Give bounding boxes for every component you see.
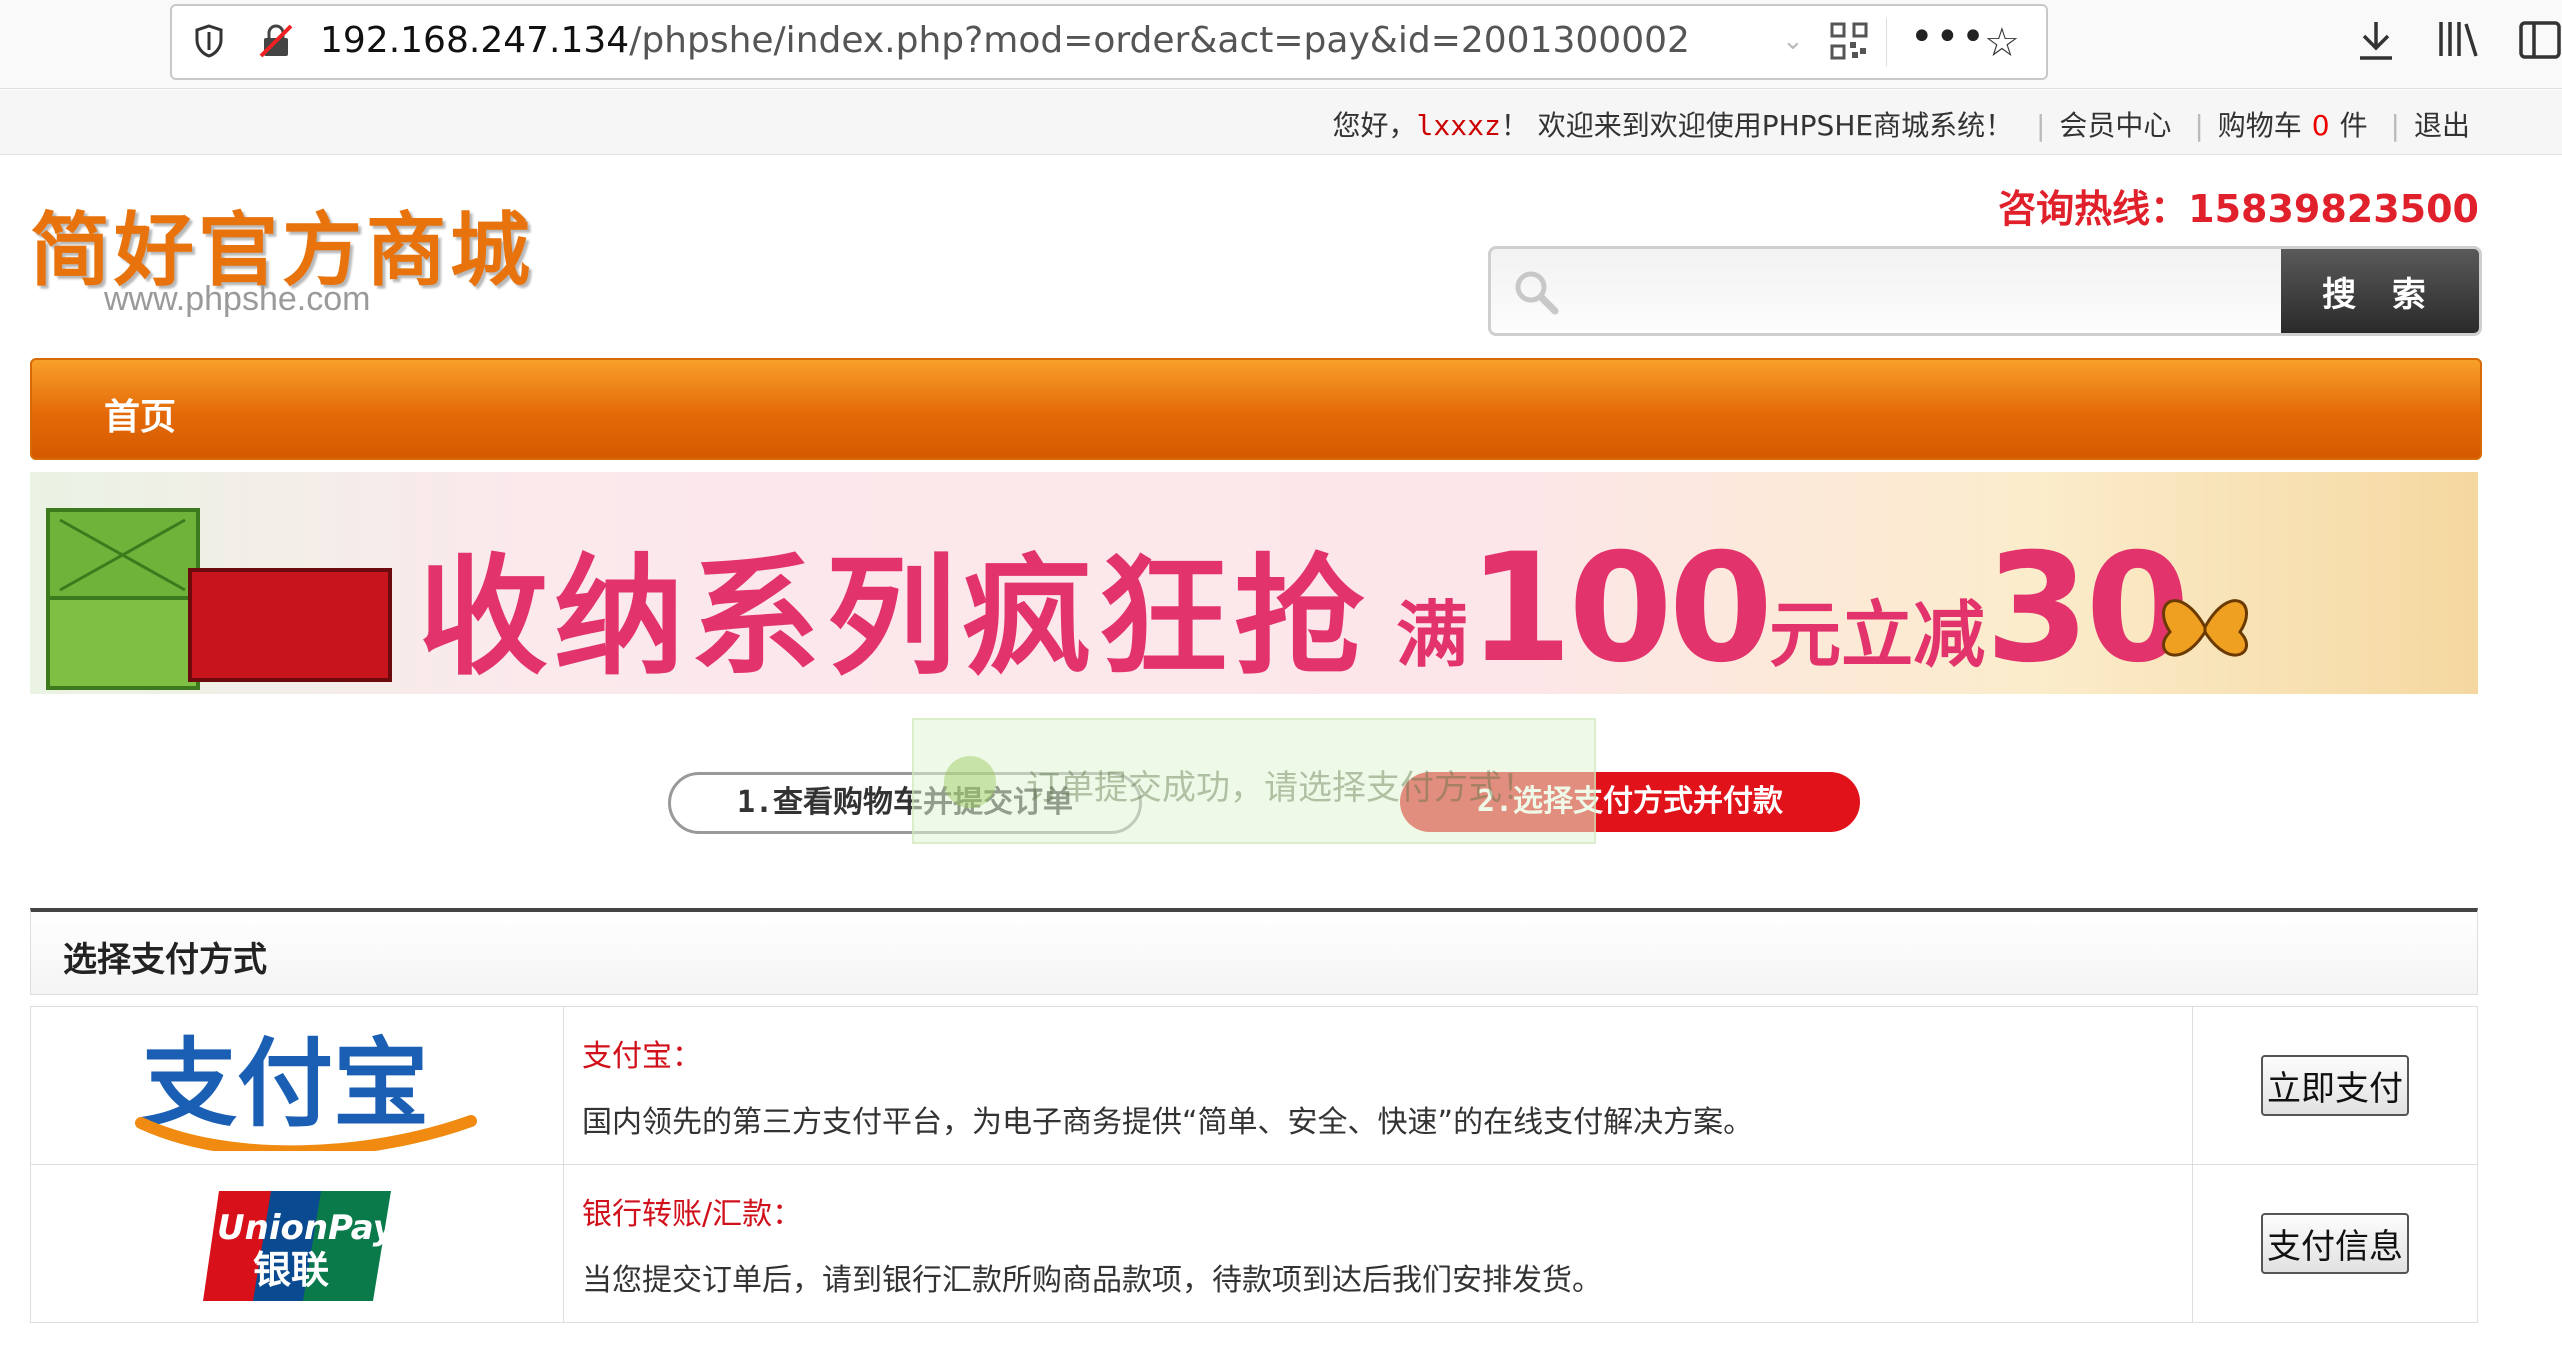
svg-text:银联: 银联 <box>253 1248 329 1292</box>
main-nav: 首页 <box>30 358 2482 460</box>
search-box: 搜 索 <box>1488 246 2482 336</box>
storage-box-image <box>46 508 392 690</box>
address-bar[interactable]: 192.168.247.134/phpshe/index.php?mod=ord… <box>170 4 2048 80</box>
shield-icon[interactable] <box>194 24 224 58</box>
download-icon[interactable] <box>2356 18 2396 62</box>
bank-button-cell: 支付信息 <box>2192 1164 2478 1323</box>
payment-panel-title: 选择支付方式 <box>63 940 267 980</box>
search-input[interactable] <box>1581 259 2345 321</box>
bank-desc-cell: 银行转账/汇款： 当您提交订单后，请到银行汇款所购商品款项，待款项到达后我们安排… <box>563 1164 2193 1323</box>
site-topbar: 您好，lxxxz！ 欢迎来到欢迎使用PHPSHE商城系统！ | 会员中心 | 购物车… <box>0 90 2562 155</box>
payment-row-bank: UnionPay 银联 银行转账/汇款： 当您提交订单后，请到银行汇款所购商品款… <box>30 1164 2478 1323</box>
success-toast: 订单提交成功，请选择支付方式！ <box>912 718 1596 844</box>
search-icon <box>1515 271 1559 315</box>
alipay-logo: 支付宝 <box>135 1028 477 1151</box>
payment-row-alipay: 支付宝 支付宝： 国内领先的第三方支付平台，为电子商务提供“简单、安全、快速”的… <box>30 1006 2478 1165</box>
promo-prefix: 满 <box>1396 593 1469 677</box>
pay-now-button[interactable]: 立即支付 <box>2261 1055 2409 1116</box>
qr-code-icon[interactable] <box>1830 22 1868 60</box>
payment-panel-header: 选择支付方式 <box>30 908 2478 995</box>
divider <box>1886 18 1887 66</box>
url-text[interactable]: 192.168.247.134/phpshe/index.php?mod=ord… <box>320 20 1690 61</box>
banner-promo: 满100元立减30 <box>1396 522 2190 694</box>
more-icon[interactable]: ••• <box>1910 14 1987 60</box>
sidebar-icon[interactable] <box>2518 20 2562 60</box>
banner-title: 收纳系列疯狂抢 <box>418 541 1371 693</box>
promo-mid: 元立减 <box>1769 593 1986 677</box>
divider: | <box>2035 109 2046 142</box>
payment-method-name: 银行转账/汇款： <box>582 1196 803 1232</box>
hotline: 咨询热线：15839823500 <box>1998 187 2479 231</box>
url-host: 192.168.247.134 <box>320 20 630 61</box>
butterfly-image <box>2162 599 2248 657</box>
member-center-link[interactable]: 会员中心 <box>2059 109 2171 142</box>
star-icon[interactable]: ☆ <box>1984 20 2020 66</box>
nav-item-home[interactable]: 首页 <box>104 388 176 440</box>
payment-methods-table: 支付宝 支付宝： 国内领先的第三方支付平台，为电子商务提供“简单、安全、快速”的… <box>30 1006 2478 1323</box>
topbar-links: 您好，lxxxz！ 欢迎来到欢迎使用PHPSHE商城系统！ | 会员中心 | 购物车… <box>1333 104 2470 144</box>
alipay-logo-cell: 支付宝 <box>30 1006 564 1165</box>
alipay-button-cell: 立即支付 <box>2192 1006 2478 1165</box>
browser-toolbar: 192.168.247.134/phpshe/index.php?mod=ord… <box>0 0 2562 89</box>
promo-banner[interactable]: 收纳系列疯狂抢 满100元立减30 <box>30 472 2478 694</box>
alipay-desc-cell: 支付宝： 国内领先的第三方支付平台，为电子商务提供“简单、安全、快速”的在线支付… <box>563 1006 2193 1165</box>
url-path: /phpshe/index.php?mod=order&act=pay&id=2… <box>629 20 1690 61</box>
cart-unit: 件 <box>2339 109 2368 142</box>
svg-text:UnionPay: UnionPay <box>217 1208 397 1248</box>
greeting-text: 您好， <box>1332 109 1417 142</box>
unionpay-logo: UnionPay 银联 <box>203 1191 397 1301</box>
toast-message: 订单提交成功，请选择支付方式！ <box>1026 768 1536 808</box>
insecure-lock-icon[interactable] <box>257 22 295 60</box>
payment-method-desc: 国内领先的第三方支付平台，为电子商务提供“简单、安全、快速”的在线支付解决方案。 <box>582 1104 1754 1140</box>
logo-url: www.phpshe.com <box>104 280 371 318</box>
welcome-text: ！ 欢迎来到欢迎使用PHPSHE商城系统！ <box>1500 109 2014 142</box>
logout-link[interactable]: 退出 <box>2414 109 2470 142</box>
svg-text:支付宝: 支付宝 <box>141 1028 429 1140</box>
search-button[interactable]: 搜 索 <box>2281 249 2479 333</box>
chevron-down-icon[interactable]: ⌄ <box>1782 26 1804 56</box>
check-icon <box>944 756 996 808</box>
username: lxxxz <box>1416 109 1501 142</box>
site-logo[interactable]: 简好官方商城 www.phpshe.com <box>30 186 540 326</box>
promo-amount: 100 <box>1468 522 1773 694</box>
divider: | <box>2194 109 2204 142</box>
payment-method-name: 支付宝： <box>582 1038 702 1074</box>
payment-method-desc: 当您提交订单后，请到银行汇款所购商品款项，待款项到达后我们安排发货。 <box>582 1262 1602 1298</box>
unionpay-logo-cell: UnionPay 银联 <box>30 1164 564 1323</box>
library-icon[interactable] <box>2436 18 2480 60</box>
cart-link[interactable]: 购物车 <box>2218 109 2302 142</box>
payment-info-button[interactable]: 支付信息 <box>2261 1213 2409 1274</box>
divider: | <box>2390 109 2400 142</box>
cart-count: 0 <box>2311 109 2330 142</box>
